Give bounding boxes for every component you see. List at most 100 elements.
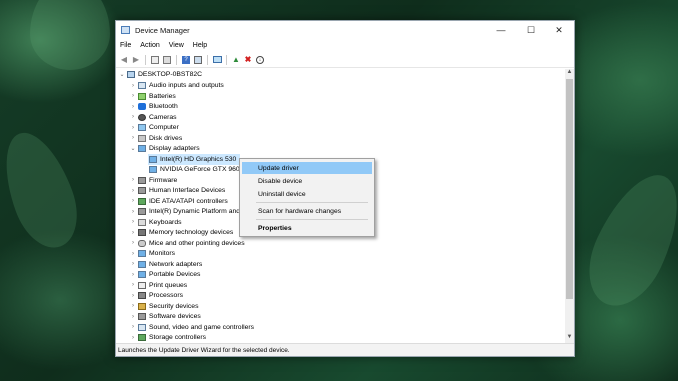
details-icon[interactable]: [162, 55, 172, 65]
maximize-button[interactable]: ☐: [518, 21, 544, 39]
expand-caret-icon[interactable]: ›: [129, 198, 137, 204]
expand-caret-icon[interactable]: ›: [129, 272, 137, 278]
expand-caret-icon[interactable]: ›: [129, 314, 137, 320]
tree-item-network-adapters[interactable]: › Network adapters: [129, 259, 202, 270]
help-icon[interactable]: ?: [181, 55, 191, 65]
expand-caret-icon[interactable]: ›: [129, 303, 137, 309]
collapse-caret-icon[interactable]: ⌄: [118, 71, 126, 78]
back-icon[interactable]: ◀: [119, 55, 129, 65]
tree-item-batteries[interactable]: › Batteries: [129, 91, 176, 102]
scrollbar-thumb[interactable]: [566, 79, 573, 299]
menu-file[interactable]: File: [120, 42, 131, 49]
tree-item-label: Print queues: [149, 281, 188, 289]
display-adapter-icon: [149, 155, 157, 163]
expand-caret-icon[interactable]: ›: [129, 125, 137, 131]
tree-root[interactable]: ⌄ DESKTOP-0BST82C: [118, 69, 202, 80]
hid-icon: [138, 187, 146, 195]
monitor-icon: [138, 250, 146, 258]
expand-caret-icon[interactable]: ›: [129, 83, 137, 89]
tree-item-label: Computer: [149, 124, 179, 132]
scroll-down-icon[interactable]: ▼: [565, 334, 574, 343]
tree-item-intel-hd-graphics[interactable]: Intel(R) HD Graphics 530: [148, 154, 241, 165]
tree-item-disk-drives[interactable]: › Disk drives: [129, 133, 182, 144]
tree-item-firmware[interactable]: › Firmware: [129, 175, 177, 186]
processor-icon: [138, 292, 146, 300]
tree-item-label: Processors: [149, 292, 183, 300]
wallpaper-leaf: [0, 123, 89, 257]
resources-icon[interactable]: [193, 55, 203, 65]
tree-item-cameras[interactable]: › Cameras: [129, 112, 177, 123]
tree-item-ide-ata[interactable]: › IDE ATA/ATAPI controllers: [129, 196, 228, 207]
expand-caret-icon[interactable]: ›: [129, 293, 137, 299]
scroll-up-icon[interactable]: ▲: [565, 69, 574, 78]
expand-caret-icon[interactable]: ›: [129, 335, 137, 341]
expand-caret-icon[interactable]: ›: [129, 261, 137, 267]
tree-item-storage-controllers[interactable]: › Storage controllers: [129, 333, 206, 344]
tree-item-hid[interactable]: › Human Interface Devices: [129, 186, 225, 197]
tree-item-print-queues[interactable]: › Print queues: [129, 280, 187, 291]
expand-caret-icon[interactable]: ›: [129, 135, 137, 141]
status-text: Launches the Update Driver Wizard for th…: [118, 346, 290, 354]
context-properties[interactable]: Properties: [242, 222, 372, 234]
expand-caret-icon[interactable]: ›: [129, 251, 137, 257]
tree-item-label: Batteries: [149, 92, 176, 100]
tree-item-mice[interactable]: › Mice and other pointing devices: [129, 238, 245, 249]
disk-drive-icon: [138, 134, 146, 142]
forward-icon[interactable]: ▶: [131, 55, 141, 65]
tree-item-display-adapters[interactable]: ⌄ Display adapters: [129, 144, 200, 155]
tree-item-audio[interactable]: › Audio inputs and outputs: [129, 81, 224, 92]
minimize-button[interactable]: —: [488, 21, 514, 39]
camera-icon: [138, 113, 146, 121]
properties-icon[interactable]: [150, 55, 160, 65]
expand-caret-icon[interactable]: ›: [129, 240, 137, 246]
tree-item-memory-technology[interactable]: › Memory technology devices: [129, 228, 233, 239]
tree-item-label: Bluetooth: [149, 103, 178, 111]
menu-view[interactable]: View: [169, 42, 184, 49]
expand-caret-icon[interactable]: ›: [129, 188, 137, 194]
context-scan-hardware[interactable]: Scan for hardware changes: [242, 205, 372, 217]
context-uninstall-device[interactable]: Uninstall device: [242, 188, 372, 200]
tree-item-keyboards[interactable]: › Keyboards: [129, 217, 182, 228]
context-disable-device[interactable]: Disable device: [242, 175, 372, 187]
expand-caret-icon[interactable]: ›: [129, 282, 137, 288]
network-icon: [138, 260, 146, 268]
tree-item-label: Security devices: [149, 302, 199, 310]
device-manager-app-icon: [121, 26, 130, 34]
expand-caret-icon[interactable]: ›: [129, 324, 137, 330]
vertical-scrollbar[interactable]: ▲ ▼: [565, 69, 574, 343]
status-bar: Launches the Update Driver Wizard for th…: [116, 343, 574, 356]
tree-item-label: NVIDIA GeForce GTX 960M: [160, 166, 246, 174]
monitor-icon[interactable]: [212, 55, 222, 65]
uninstall-icon[interactable]: ✖: [243, 55, 253, 65]
context-update-driver[interactable]: Update driver: [242, 162, 372, 174]
expand-caret-icon[interactable]: ›: [129, 114, 137, 120]
tree-item-label: Cameras: [149, 113, 177, 121]
tree-item-computer[interactable]: › Computer: [129, 123, 179, 134]
tree-item-nvidia-geforce[interactable]: NVIDIA GeForce GTX 960M: [148, 165, 245, 176]
tree-item-portable-devices[interactable]: › Portable Devices: [129, 270, 200, 281]
software-device-icon: [138, 313, 146, 321]
download-icon[interactable]: ↓: [255, 55, 265, 65]
tree-item-security-devices[interactable]: › Security devices: [129, 301, 199, 312]
tree-item-label: Disk drives: [149, 134, 183, 142]
expand-caret-icon[interactable]: ›: [129, 177, 137, 183]
toolbar: ◀ ▶ ? ▲ ✖ ↓: [116, 52, 574, 68]
update-driver-icon[interactable]: ▲: [231, 55, 241, 65]
expand-caret-icon[interactable]: ›: [129, 104, 137, 110]
tree-item-software-devices[interactable]: › Software devices: [129, 312, 201, 323]
menu-action[interactable]: Action: [140, 42, 159, 49]
toolbar-separator: [226, 54, 227, 65]
tree-item-processors[interactable]: › Processors: [129, 291, 183, 302]
expand-caret-icon[interactable]: ›: [129, 93, 137, 99]
expand-caret-icon[interactable]: ›: [129, 230, 137, 236]
tree-item-sound-video[interactable]: › Sound, video and game controllers: [129, 322, 254, 333]
menu-separator: [256, 219, 368, 220]
expand-caret-icon[interactable]: ›: [129, 219, 137, 225]
close-button[interactable]: ✕: [546, 21, 572, 39]
expand-caret-icon[interactable]: ›: [129, 209, 137, 215]
tree-item-bluetooth[interactable]: › Bluetooth: [129, 102, 178, 113]
collapse-caret-icon[interactable]: ⌄: [129, 145, 137, 152]
tree-item-label: Memory technology devices: [149, 229, 234, 237]
menu-help[interactable]: Help: [193, 42, 207, 49]
tree-item-monitors[interactable]: › Monitors: [129, 249, 175, 260]
